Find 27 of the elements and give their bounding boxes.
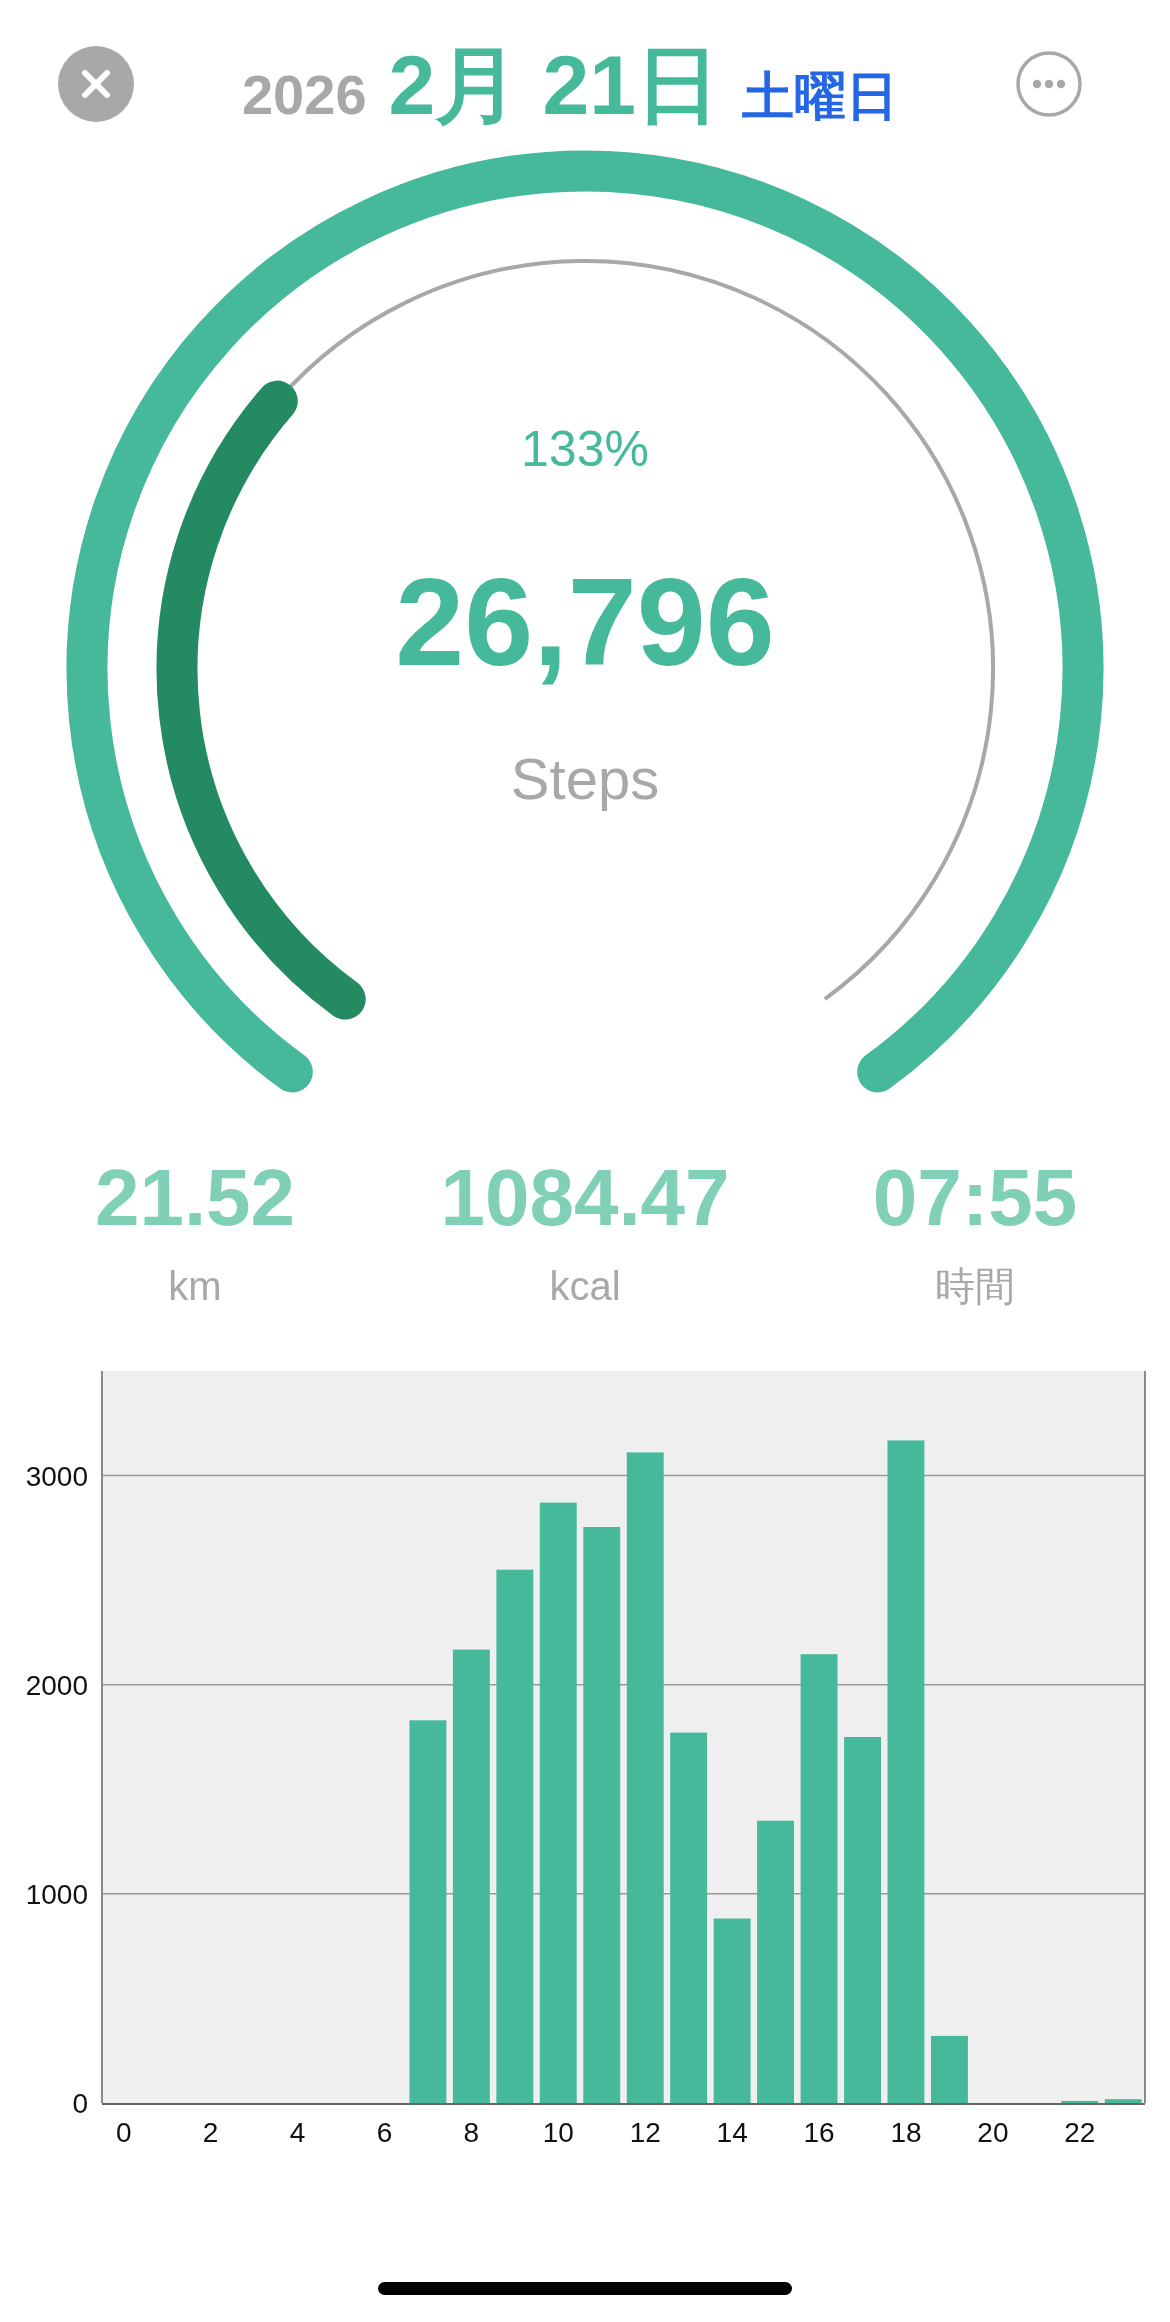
x-axis-label: 22: [1064, 2117, 1096, 2148]
y-axis-label: 3000: [25, 1460, 88, 1492]
y-axis-label: 1000: [25, 1878, 88, 1910]
weekday-label: 土曜日: [742, 70, 899, 122]
x-axis-label: 14: [716, 2117, 748, 2148]
year-label: 2026: [241, 67, 367, 123]
stat-unit: kcal: [549, 1266, 621, 1306]
y-axis-label: 2000: [25, 1669, 88, 1701]
date-label: 2月 21日: [388, 43, 721, 127]
x-axis-label: 0: [115, 2117, 132, 2148]
x-axis-label: 18: [890, 2117, 922, 2148]
x-axis-label: 6: [376, 2117, 393, 2148]
x-axis-label: 10: [542, 2117, 574, 2148]
x-axis-label: 8: [463, 2117, 480, 2148]
step-count: 26,796: [395, 560, 775, 684]
x-axis-label: 4: [289, 2117, 306, 2148]
x-axis-label: 12: [629, 2117, 661, 2148]
y-axis-label: 0: [72, 2088, 88, 2119]
stat-value: 07:55: [872, 1158, 1078, 1238]
stat-unit: km: [168, 1266, 222, 1306]
x-axis-label: 20: [977, 2117, 1009, 2148]
stat-value: 21.52: [94, 1158, 296, 1238]
stat-value: 1084.47: [440, 1158, 730, 1238]
percent-label: 133%: [521, 424, 649, 474]
x-axis-label: 2: [202, 2117, 219, 2148]
stat-unit: 時間: [935, 1266, 1015, 1306]
x-axis-label: 16: [803, 2117, 835, 2148]
